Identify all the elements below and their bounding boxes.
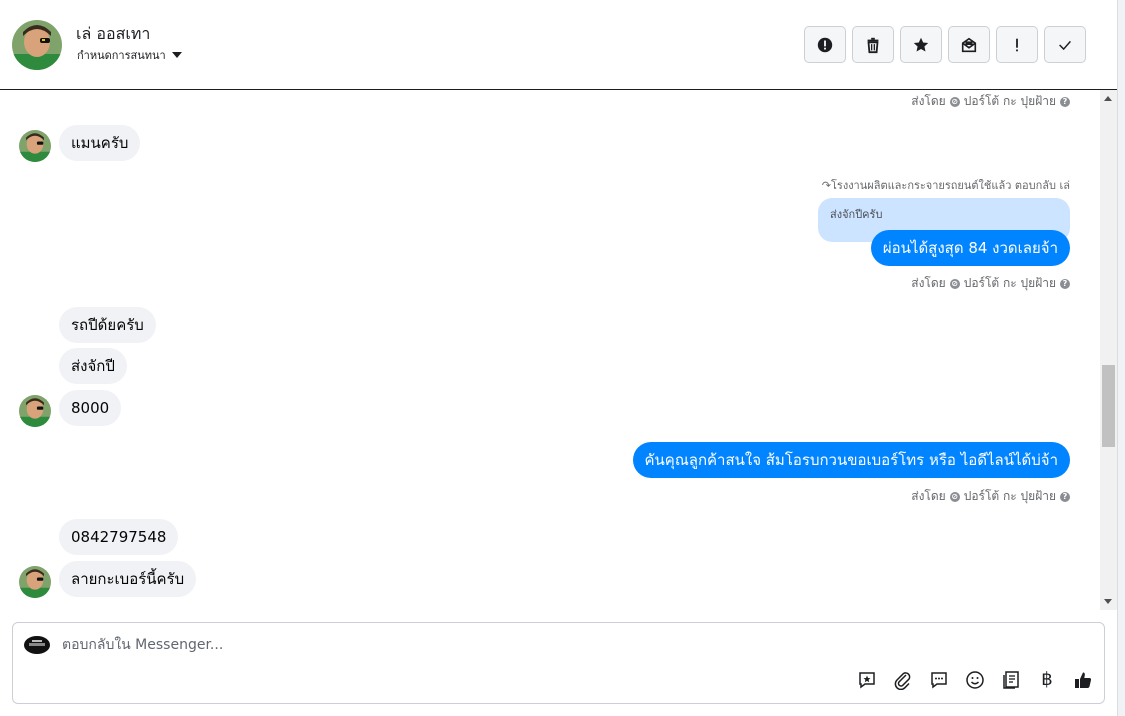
assign-conversation-dropdown[interactable]: กำหนดการสนทนา — [77, 46, 182, 64]
notes-icon[interactable] — [1000, 669, 1022, 691]
star-icon — [913, 37, 929, 51]
checkmark-icon — [1059, 40, 1071, 50]
incoming-message[interactable]: รถปีด้ยครับ — [59, 307, 156, 343]
conversation-actions — [804, 26, 1086, 63]
verified-icon: ⊘ — [949, 491, 960, 502]
contact-avatar-small[interactable] — [19, 566, 51, 598]
star-button[interactable] — [900, 26, 942, 63]
sent-by-info: ส่งโดย ⊘ ปอร์โต้ กะ ปุยฝ้าย ? — [911, 487, 1070, 506]
sender-name: ปอร์โต้ กะ ปุยฝ้าย — [963, 276, 1056, 290]
conversation-header: เล่ ออสเทา กำหนดการสนทนา — [0, 0, 1117, 90]
contact-avatar-small[interactable] — [19, 395, 51, 427]
message-thread[interactable]: ส่งโดย ⊘ ปอร์โต้ กะ ปุยฝ้าย ? แมนครับ ↷โ… — [0, 90, 1100, 610]
help-icon[interactable]: ? — [1060, 96, 1070, 107]
alert-circle-icon — [817, 37, 833, 52]
composer-toolbar: ฿ — [856, 669, 1094, 691]
chat-bubble-icon[interactable] — [928, 669, 950, 691]
incoming-message[interactable]: 0842797548 — [59, 519, 179, 555]
page-avatar — [23, 635, 51, 655]
attachment-icon[interactable] — [892, 669, 914, 691]
incoming-message[interactable]: 8000 — [59, 390, 122, 426]
reply-note: ↷โรงงานผลิตและกระจายรถยนต์ใช้แล้ว ตอบกลั… — [821, 179, 1070, 192]
outgoing-message[interactable]: คันคุณลูกค้าสนใจ ส้มโอรบกวนขอเบอร์โทร หร… — [632, 442, 1070, 478]
verified-icon: ⊘ — [949, 96, 960, 107]
sent-by-info: ส่งโดย ⊘ ปอร์โต้ กะ ปุยฝ้าย ? — [911, 274, 1070, 293]
sender-name: ปอร์โต้ กะ ปุยฝ้าย — [963, 489, 1056, 503]
reply-input[interactable] — [62, 635, 962, 655]
delete-button[interactable] — [852, 26, 894, 63]
trash-icon — [867, 37, 879, 53]
reply-arrow-icon: ↷ — [821, 179, 831, 192]
sender-name: ปอร์โต้ กะ ปุยฝ้าย — [963, 94, 1056, 108]
caret-down-icon — [171, 52, 182, 58]
envelope-open-icon — [961, 37, 977, 52]
help-icon[interactable]: ? — [1060, 278, 1070, 289]
reply-composer: ฿ — [12, 622, 1105, 704]
scroll-down-arrow-icon[interactable] — [1104, 599, 1112, 604]
verified-icon: ⊘ — [949, 278, 960, 289]
thumbs-up-icon[interactable] — [1072, 669, 1094, 691]
saved-reply-icon[interactable] — [856, 669, 878, 691]
incoming-message[interactable]: ลายกะเบอร์นี้ครับ — [59, 561, 197, 597]
scroll-thumb[interactable] — [1102, 365, 1115, 447]
outgoing-message[interactable]: ผ่อนได้สูงสุด 84 งวดเลยจ้า — [870, 230, 1070, 266]
priority-button[interactable] — [996, 26, 1038, 63]
exclamation-icon — [1016, 38, 1018, 51]
emoji-icon[interactable] — [964, 669, 986, 691]
sent-by-info: ส่งโดย ⊘ ปอร์โต้ กะ ปุยฝ้าย ? — [911, 92, 1070, 111]
mark-spam-button[interactable] — [804, 26, 846, 63]
baht-icon[interactable]: ฿ — [1036, 669, 1058, 691]
incoming-message[interactable]: ส่งจักปี — [59, 348, 127, 384]
help-icon[interactable]: ? — [1060, 491, 1070, 502]
scroll-up-arrow-icon[interactable] — [1104, 96, 1112, 101]
assign-label: กำหนดการสนทนา — [77, 49, 166, 62]
mark-done-button[interactable] — [1044, 26, 1086, 63]
incoming-message[interactable]: แมนครับ — [59, 125, 141, 161]
panel-edge — [1117, 0, 1125, 716]
mark-unread-button[interactable] — [948, 26, 990, 63]
contact-avatar[interactable] — [12, 20, 62, 70]
contact-avatar-small[interactable] — [19, 130, 51, 162]
contact-name: เล่ ออสเทา — [76, 24, 151, 43]
thread-scrollbar[interactable] — [1100, 90, 1117, 610]
